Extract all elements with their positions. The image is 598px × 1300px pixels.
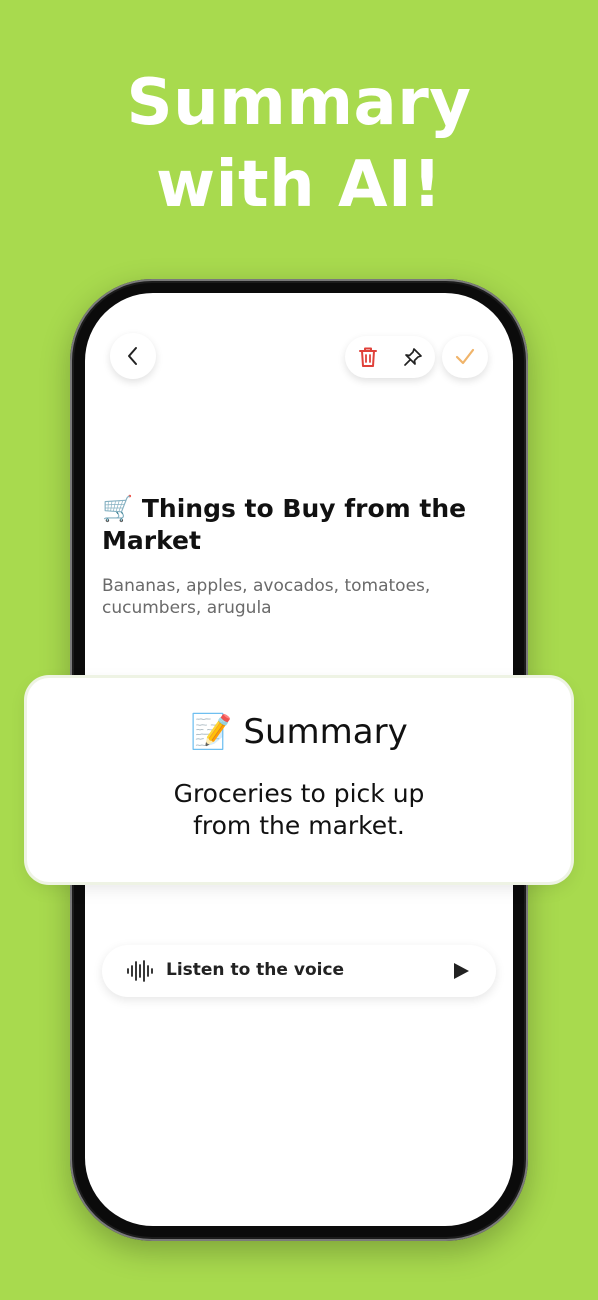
save-button[interactable] [442,336,488,378]
waveform-icon [127,960,153,982]
summary-card: 📝 Summary Groceries to pick up from the … [27,678,571,882]
summary-line-1: Groceries to pick up [173,779,425,808]
play-icon [454,963,469,979]
pin-button[interactable] [402,346,424,368]
trash-icon [358,347,377,367]
summary-heading: 📝 Summary [27,712,571,752]
summary-heading-text: Summary [243,712,408,752]
shopping-cart-icon: 🛒 [102,494,134,523]
check-icon [455,348,475,365]
back-button[interactable] [110,333,156,379]
note-title[interactable]: 🛒 Things to Buy from the Market [102,493,492,557]
note-body[interactable]: Bananas, apples, avocados, tomatoes, cuc… [102,575,492,619]
chevron-left-icon [128,347,137,365]
summary-line-2: from the market. [193,811,405,840]
note-title-text: Things to Buy from the Market [102,494,467,555]
listen-voice-button[interactable]: Listen to the voice [102,945,496,997]
headline-line-1: Summary [126,66,472,140]
listen-voice-label: Listen to the voice [166,960,345,980]
summary-text: Groceries to pick up from the market. [27,778,571,842]
pin-icon [403,348,422,366]
note-actions [345,336,435,378]
memo-icon: 📝 [190,712,233,752]
promo-headline: Summary with AI! [0,62,598,226]
headline-line-2: with AI! [155,148,443,222]
delete-button[interactable] [357,345,379,369]
